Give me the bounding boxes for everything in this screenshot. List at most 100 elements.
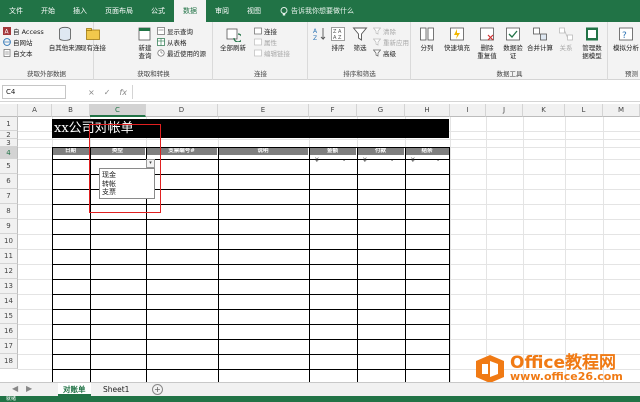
formula-input[interactable] — [132, 85, 638, 99]
name-box[interactable]: C4 — [2, 85, 66, 99]
formula-controls: × ✓ fx — [88, 85, 128, 99]
column-header-l[interactable]: L — [565, 104, 603, 117]
worksheet-grid[interactable]: ABCDEFGHIJKLM 1 2 3 4 5 6 7 8 9 10 11 12 13 14 15 16 17 1… — [0, 104, 640, 382]
connections-button[interactable]: 连接 — [254, 26, 277, 36]
row-header-10[interactable]: 10 — [0, 234, 18, 249]
enter-icon[interactable]: ✓ — [104, 88, 111, 97]
recent-sources-label: 最近使用的源 — [167, 50, 206, 58]
fx-icon[interactable]: fx — [119, 88, 127, 97]
filter-icon — [352, 27, 368, 41]
row-header-14[interactable]: 14 — [0, 294, 18, 309]
row-header-13[interactable]: 13 — [0, 279, 18, 294]
table-border-h — [52, 294, 450, 295]
svg-text:A Z: A Z — [333, 35, 342, 41]
from-table-button[interactable]: 从表格 — [157, 37, 187, 47]
column-header-j[interactable]: J — [486, 104, 523, 117]
new-query-button[interactable]: 新建 查询 — [133, 26, 157, 60]
column-header-d[interactable]: D — [146, 104, 218, 117]
edit-links-button[interactable]: 编辑链接 — [254, 48, 290, 58]
flash-fill-icon — [450, 27, 464, 41]
column-header-h[interactable]: H — [405, 104, 450, 117]
tab-formulas[interactable]: 公式 — [142, 0, 174, 22]
row-header-16[interactable]: 16 — [0, 324, 18, 339]
advanced-filter-button[interactable]: 高级 — [373, 48, 396, 58]
properties-button[interactable]: 属性 — [254, 37, 277, 47]
other-sources-button[interactable]: 自其他来源 — [48, 26, 82, 52]
from-access-button[interactable]: A 自 Access — [3, 26, 44, 36]
lightbulb-icon — [280, 6, 288, 15]
sheet-tab-statement[interactable]: 对账单 — [58, 383, 91, 396]
tab-data[interactable]: 数据 — [174, 0, 206, 22]
other-sources-label: 自其他来源 — [48, 44, 82, 52]
group-external-data: A 自 Access 自网站 自文本 自其他来源 现有连接 获取外部数据 — [0, 22, 106, 80]
next-sheet-icon[interactable]: ▶ — [26, 384, 32, 393]
row-header-9[interactable]: 9 — [0, 219, 18, 234]
data-model-icon — [586, 27, 598, 41]
tell-me-box[interactable]: 告诉我你想要做什么 — [270, 6, 354, 16]
from-text-button[interactable]: 自文本 — [3, 48, 33, 58]
row-header-3[interactable]: 3 — [0, 139, 18, 147]
group-get-transform: 新建 查询 显示查询 从表格 最近使用的源 获取和转换 — [95, 22, 213, 80]
table-border-h — [52, 324, 450, 325]
recent-sources-button[interactable]: 最近使用的源 — [157, 48, 206, 58]
status-bar: 就绪 — [0, 396, 640, 402]
manage-data-model-button[interactable]: 管理数 据模型 — [576, 26, 608, 60]
data-validation-button[interactable]: 数据验 证 — [500, 26, 526, 60]
access-icon: A — [3, 27, 11, 35]
tab-view[interactable]: 视图 — [238, 0, 270, 22]
reapply-button[interactable]: 重新应用 — [373, 37, 409, 47]
remove-duplicates-button[interactable]: 删除 重复值 — [474, 26, 500, 60]
svg-text:A: A — [313, 28, 318, 35]
flash-fill-button[interactable]: 快速填充 — [440, 26, 474, 52]
row-header-11[interactable]: 11 — [0, 249, 18, 264]
clear-filter-button[interactable]: 清除 — [373, 26, 396, 36]
relationships-button[interactable]: 关系 — [556, 26, 576, 52]
row-header-4[interactable]: 4 — [0, 147, 18, 159]
row-header-15[interactable]: 15 — [0, 309, 18, 324]
column-header-g[interactable]: G — [357, 104, 405, 117]
queries-icon — [157, 27, 165, 35]
add-sheet-icon[interactable]: + — [152, 384, 163, 395]
column-header-k[interactable]: K — [523, 104, 565, 117]
text-to-columns-button[interactable]: 分列 — [416, 26, 438, 52]
column-header-f[interactable]: F — [309, 104, 357, 117]
tab-insert[interactable]: 插入 — [64, 0, 96, 22]
relationships-icon — [559, 27, 573, 41]
column-header-c[interactable]: C — [90, 104, 146, 117]
sheet-tab-sheet1[interactable]: Sheet1 — [98, 383, 134, 396]
tab-home[interactable]: 开始 — [32, 0, 64, 22]
from-web-button[interactable]: 自网站 — [3, 37, 33, 47]
what-if-button[interactable]: ? 模拟分析 — [611, 26, 640, 52]
row-header-1[interactable]: 1 — [0, 117, 18, 131]
prev-sheet-icon[interactable]: ◀ — [12, 384, 18, 393]
row-header-2[interactable]: 2 — [0, 131, 18, 139]
cancel-icon[interactable]: × — [88, 88, 95, 97]
row-header-18[interactable]: 18 — [0, 354, 18, 369]
column-header-a[interactable]: A — [18, 104, 52, 117]
refresh-all-button[interactable]: 全部刷新 — [218, 26, 248, 52]
sort-icon: Z AA Z — [331, 27, 345, 41]
header-payment: 付款 — [357, 147, 404, 155]
row-header-12[interactable]: 12 — [0, 264, 18, 279]
table-border-h — [52, 354, 450, 355]
tab-page-layout[interactable]: 页面布局 — [96, 0, 142, 22]
consolidate-button[interactable]: 合并计算 — [524, 26, 556, 52]
tab-file[interactable]: 文件 — [0, 0, 32, 22]
row-header-8[interactable]: 8 — [0, 204, 18, 219]
row-header-5[interactable]: 5 — [0, 159, 18, 174]
show-queries-label: 显示查询 — [167, 28, 193, 36]
filter-button[interactable]: 筛选 — [349, 26, 371, 52]
column-header-e[interactable]: E — [218, 104, 309, 117]
column-header-m[interactable]: M — [603, 104, 640, 117]
column-header-i[interactable]: I — [450, 104, 486, 117]
select-all-corner[interactable] — [0, 104, 18, 117]
show-queries-button[interactable]: 显示查询 — [157, 26, 193, 36]
data-validation-label: 数据验 证 — [503, 44, 523, 60]
row-header-7[interactable]: 7 — [0, 189, 18, 204]
tab-review[interactable]: 审阅 — [206, 0, 238, 22]
column-header-b[interactable]: B — [52, 104, 90, 117]
row-header-6[interactable]: 6 — [0, 174, 18, 189]
balance-currency: ¥ — [411, 157, 415, 164]
recent-icon — [157, 49, 165, 57]
row-header-17[interactable]: 17 — [0, 339, 18, 354]
